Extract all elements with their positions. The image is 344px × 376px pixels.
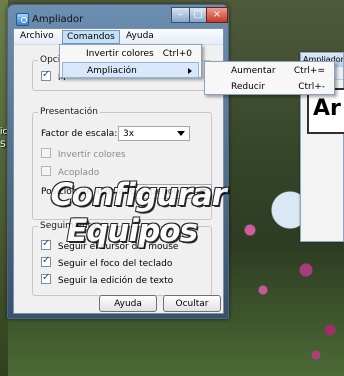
scale-factor-label: Factor de escala:	[41, 129, 118, 139]
options-checkbox[interactable]	[41, 69, 51, 81]
follow-keyboard-label: Seguir el foco del teclado	[57, 259, 173, 269]
dropdown-arrow-icon	[177, 131, 185, 136]
invert-colors-label: Invertir colores	[57, 150, 126, 160]
window-titlebar[interactable]: Ampliador – □ ×	[8, 5, 228, 28]
help-button[interactable]: Ayuda	[99, 295, 157, 312]
menu-item-invert-colors-label: Invertir colores	[86, 49, 154, 59]
zoom-submenu: Aumentar Ctrl+= Reducir Ctrl+-	[204, 61, 335, 95]
maximize-icon: □	[193, 9, 203, 20]
minimize-icon: –	[178, 9, 183, 20]
close-button[interactable]: ×	[206, 7, 228, 23]
docked-checkbox[interactable]	[41, 166, 51, 176]
desktop-icon-label-2[interactable]: S	[0, 140, 6, 150]
watermark-text: Configurar Equipos	[47, 177, 230, 249]
menu-item-zoom[interactable]: Ampliación	[62, 62, 199, 78]
minimize-button[interactable]: –	[171, 7, 190, 23]
menu-comandos[interactable]: Comandos	[62, 30, 120, 44]
menu-item-invert-colors-shortcut: Ctrl+0	[162, 49, 192, 59]
submenu-item-increase-label: Aumentar	[231, 66, 276, 76]
hide-button[interactable]: Ocultar	[163, 295, 221, 312]
follow-text-edit-row[interactable]: Seguir la edición de texto	[41, 272, 174, 288]
submenu-item-increase-shortcut: Ctrl+=	[293, 66, 325, 76]
menu-ayuda[interactable]: Ayuda	[122, 30, 158, 44]
submenu-item-decrease-label: Reducir	[231, 82, 265, 92]
invert-colors-row[interactable]: Invertir colores	[41, 148, 126, 162]
maximize-button[interactable]: □	[189, 7, 207, 23]
scale-factor-select[interactable]: 3x	[118, 126, 190, 141]
submenu-item-decrease-shortcut: Ctrl+-	[298, 82, 325, 92]
menu-item-invert-colors[interactable]: Invertir colores Ctrl+0	[62, 46, 199, 62]
follow-text-edit-checkbox[interactable]	[41, 272, 51, 284]
magnifier-app-icon	[16, 13, 29, 26]
follow-keyboard-row[interactable]: Seguir el foco del teclado	[41, 255, 173, 271]
follow-text-edit-label: Seguir la edición de texto	[57, 276, 174, 286]
invert-colors-checkbox[interactable]	[41, 148, 51, 158]
menu-archivo[interactable]: Archivo	[16, 30, 58, 44]
scale-factor-value: 3x	[123, 129, 135, 139]
window-title: Ampliador	[32, 14, 84, 25]
submenu-arrow-icon	[188, 68, 192, 74]
menu-item-zoom-label: Ampliación	[87, 66, 137, 76]
menu-bar: Archivo Comandos Ayuda	[14, 29, 223, 45]
close-icon: ×	[212, 9, 222, 20]
follow-keyboard-checkbox[interactable]	[41, 255, 51, 267]
submenu-item-increase[interactable]: Aumentar Ctrl+=	[207, 63, 332, 79]
presentation-group-title: Presentación	[38, 107, 100, 117]
submenu-item-decrease[interactable]: Reducir Ctrl+-	[207, 79, 332, 95]
commands-dropdown-menu: Invertir colores Ctrl+0 Ampliación	[59, 44, 202, 78]
